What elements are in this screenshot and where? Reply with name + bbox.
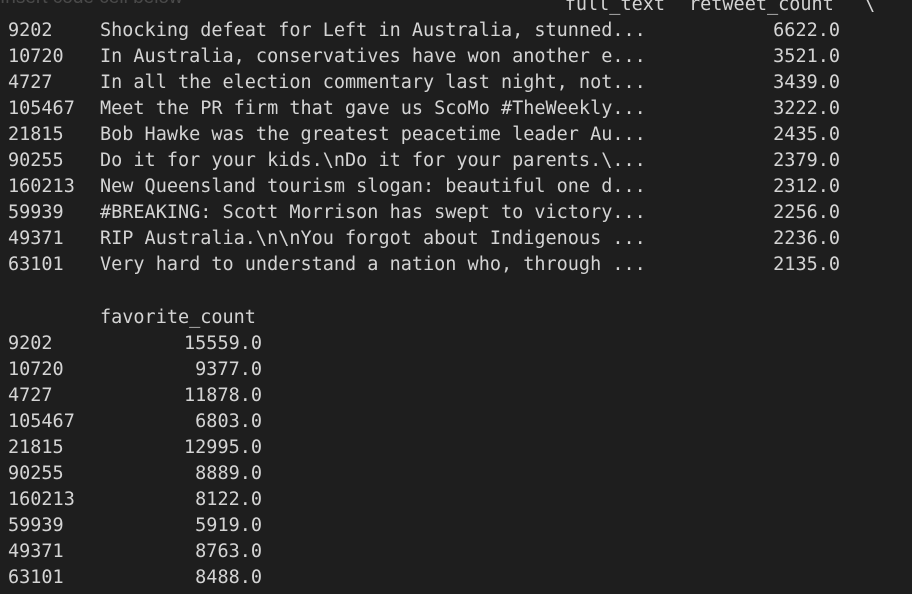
table-row: 4727 11878.0	[0, 383, 262, 409]
retweet-count-cell: 2435.0	[773, 124, 840, 145]
retweet-count-cell: 3222.0	[773, 98, 840, 119]
row-index: 49371	[8, 541, 64, 562]
table-row: 49371 8763.0	[0, 539, 262, 565]
retweet-count-cell: 2256.0	[773, 202, 840, 223]
row-index: 10720	[8, 46, 64, 67]
row-index: 63101	[8, 254, 64, 275]
favorite-count-cell: 6803.0	[195, 411, 262, 432]
table-row: 4727 In all the election commentary last…	[0, 70, 840, 96]
table-row: 9202 15559.0	[0, 331, 262, 357]
row-index: 4727	[8, 72, 53, 93]
row-index: 59939	[8, 202, 64, 223]
retweet-count-cell: 2379.0	[773, 150, 840, 171]
table-row: 63101 Very hard to understand a nation w…	[0, 252, 840, 278]
table-row: 21815 Bob Hawke was the greatest peaceti…	[0, 122, 840, 148]
line-continuation-marker: \	[864, 0, 876, 15]
table-row: 21815 12995.0	[0, 435, 262, 461]
row-index: 49371	[8, 228, 64, 249]
retweet-count-cell: 3439.0	[773, 72, 840, 93]
row-index: 63101	[8, 567, 64, 588]
full-text-cell: Bob Hawke was the greatest peacetime lea…	[100, 124, 646, 145]
full-text-cell: In all the election commentary last nigh…	[100, 72, 646, 93]
full-text-cell: In Australia, conservatives have won ano…	[100, 46, 646, 67]
full-text-cell: New Queensland tourism slogan: beautiful…	[100, 176, 646, 197]
full-text-cell: Meet the PR firm that gave us ScoMo #The…	[100, 98, 646, 119]
row-index: 10720	[8, 359, 64, 380]
row-index: 21815	[8, 124, 64, 145]
table-row: 49371 RIP Australia.\n\nYou forgot about…	[0, 226, 840, 252]
full-text-cell: Do it for your kids.\nDo it for your par…	[100, 150, 646, 171]
favorite-count-cell: 8488.0	[195, 567, 262, 588]
row-index: 90255	[8, 150, 64, 171]
row-index: 105467	[8, 411, 75, 432]
table-row: 10720 In Australia, conservatives have w…	[0, 44, 840, 70]
row-index: 21815	[8, 437, 64, 458]
favorite-count-cell: 15559.0	[184, 333, 262, 354]
retweet-count-cell: 3521.0	[773, 46, 840, 67]
row-index: 4727	[8, 385, 53, 406]
favorite-count-cell: 12995.0	[184, 437, 262, 458]
row-index: 9202	[8, 20, 53, 41]
retweet-count-cell: 6622.0	[773, 20, 840, 41]
table-row: 63101 8488.0	[0, 565, 262, 591]
favorite-count-cell: 8889.0	[195, 463, 262, 484]
favorite-count-cell: 8122.0	[195, 489, 262, 510]
table-row: 59939 #BREAKING: Scott Morrison has swep…	[0, 200, 840, 226]
favorite-count-cell: 8763.0	[195, 541, 262, 562]
table-row: 160213 8122.0	[0, 487, 262, 513]
table1-header-row: full_text retweet_count \	[0, 0, 875, 18]
retweet-count-cell: 2135.0	[773, 254, 840, 275]
row-index: 9202	[8, 333, 53, 354]
full-text-cell: Very hard to understand a nation who, th…	[100, 254, 646, 275]
table2-header-row: favorite_count	[0, 305, 256, 331]
row-index: 160213	[8, 489, 75, 510]
table-row: 160213 New Queensland tourism slogan: be…	[0, 174, 840, 200]
row-index: 90255	[8, 463, 64, 484]
table-row: 59939 5919.0	[0, 513, 262, 539]
table-row: 9202 Shocking defeat for Left in Austral…	[0, 18, 840, 44]
row-index: 160213	[8, 176, 75, 197]
retweet-count-cell: 2236.0	[773, 228, 840, 249]
column-header-retweet-count: retweet_count	[689, 0, 834, 15]
table-row: 10720 9377.0	[0, 357, 262, 383]
table-row: 105467 Meet the PR firm that gave us Sco…	[0, 96, 840, 122]
row-index: 59939	[8, 515, 64, 536]
full-text-cell: RIP Australia.\n\nYou forgot about Indig…	[100, 228, 646, 249]
column-header-full-text: full_text	[564, 0, 665, 15]
favorite-count-cell: 5919.0	[195, 515, 262, 536]
full-text-cell: Shocking defeat for Left in Australia, s…	[100, 20, 646, 41]
favorite-count-cell: 11878.0	[184, 385, 262, 406]
table-row: 105467 6803.0	[0, 409, 262, 435]
table-row: 90255 Do it for your kids.\nDo it for yo…	[0, 148, 840, 174]
favorite-count-cell: 9377.0	[195, 359, 262, 380]
column-header-favorite-count: favorite_count	[100, 307, 256, 328]
row-index: 105467	[8, 98, 75, 119]
retweet-count-cell: 2312.0	[773, 176, 840, 197]
table-row: 90255 8889.0	[0, 461, 262, 487]
full-text-cell: #BREAKING: Scott Morrison has swept to v…	[100, 202, 646, 223]
